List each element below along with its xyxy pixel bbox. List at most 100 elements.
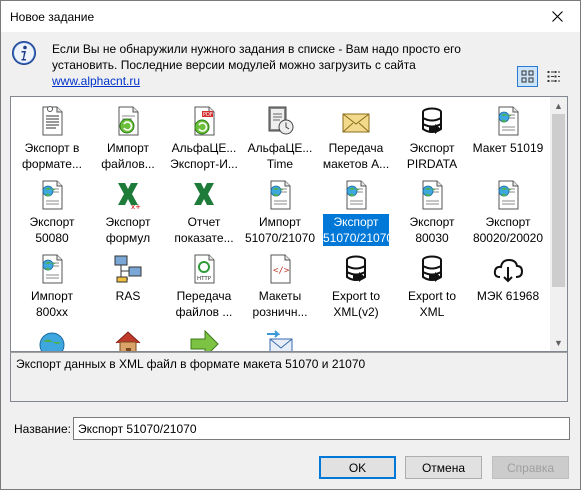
list-view-button[interactable]	[543, 66, 564, 87]
task-item[interactable]	[242, 322, 318, 351]
task-item[interactable]: Импорт 51070/21070	[242, 174, 318, 248]
task-item-label-line2: PIRDATA	[406, 157, 458, 171]
excel-icon	[194, 183, 214, 205]
task-item-label-line1: Экспорт	[409, 215, 455, 229]
task-item[interactable]	[166, 322, 242, 351]
task-item[interactable]: Export to XML(v2)	[318, 248, 394, 322]
document-globe-icon	[498, 180, 519, 210]
green-arrow-icon	[190, 329, 219, 351]
task-item-label-line1: Экспорт	[29, 215, 75, 229]
task-item-label-line1: Импорт	[31, 289, 73, 303]
website-link[interactable]: www.alphacnt.ru	[52, 74, 140, 88]
task-item[interactable]: HTTP Передача файлов ...	[166, 248, 242, 322]
document-recycle-icon	[118, 106, 139, 136]
task-item-label: Export to XML	[395, 288, 469, 320]
task-item-label-line2: 50080	[35, 231, 69, 245]
envelope-arrows-icon	[267, 330, 293, 351]
task-item-label: АльфаЦЕ... Time	[243, 140, 317, 172]
close-button[interactable]	[534, 1, 580, 32]
task-item-label: АльфаЦЕ... Экспорт-И...	[167, 140, 241, 172]
task-item[interactable]: АльфаЦЕ... Time	[242, 100, 318, 174]
task-list[interactable]: ▲ ▼ Экспорт в формате... Импорт файлов... PD…	[10, 96, 568, 352]
task-item-label: Импорт 51070/21070	[243, 214, 317, 246]
task-item-label-line2: формул	[105, 231, 151, 245]
cancel-button[interactable]: Отмена	[405, 456, 482, 479]
http-document-icon: HTTP	[194, 254, 215, 284]
task-item-label-line1: Экспорт	[105, 215, 151, 229]
task-item[interactable]: Импорт 800xx	[14, 248, 90, 322]
globe-arrows-icon	[39, 332, 65, 351]
scroll-down-arrow-icon[interactable]: ▼	[550, 334, 567, 351]
task-item-label: Макет 51019	[471, 140, 545, 156]
task-item-label-line2: 51070/21070	[244, 231, 316, 245]
task-item[interactable]: Отчет показате...	[166, 174, 242, 248]
scroll-up-arrow-icon[interactable]: ▲	[550, 97, 567, 114]
task-item-label: Экспорт в формате...	[15, 140, 89, 172]
task-item-label: Экспорт 80030	[395, 214, 469, 246]
task-item[interactable]: Импорт файлов...	[90, 100, 166, 174]
task-item-label-line1: МЭК 61968	[476, 289, 540, 303]
task-item-label-line1: Экспорт	[409, 141, 455, 155]
excel-export-icon: x+	[118, 183, 141, 211]
task-item-label-line1: Экспорт	[485, 215, 531, 229]
task-item[interactable]: Экспорт 51070/21070	[318, 174, 394, 248]
task-item-label: RAS	[91, 288, 165, 304]
task-item-label-line1: Export to	[331, 289, 381, 303]
code-document-icon: </>	[270, 254, 291, 284]
document-pdf-recycle-icon: PDF	[194, 106, 215, 136]
help-button[interactable]: Справка	[492, 456, 569, 479]
title-bar: Новое задание	[1, 1, 580, 32]
document-globe-icon	[498, 106, 519, 136]
task-item-label: Экспорт PIRDATA	[395, 140, 469, 172]
task-item-label: Экспорт формул	[91, 214, 165, 246]
database-export-icon	[422, 255, 442, 282]
dialog-window: Новое задание Если Вы не обнаружили нужн…	[0, 0, 581, 490]
task-item-label: Экспорт 80020/20020	[471, 214, 545, 246]
task-item[interactable]	[90, 322, 166, 351]
task-item[interactable]: RAS	[90, 248, 166, 322]
vertical-scrollbar[interactable]: ▲ ▼	[550, 97, 567, 351]
document-clock-icon	[268, 106, 294, 135]
task-item-label-line1: АльфаЦЕ...	[247, 141, 313, 155]
task-item-label-line2: формате...	[22, 157, 82, 171]
scroll-thumb[interactable]	[552, 114, 565, 287]
task-item[interactable]: PDF АльфаЦЕ... Экспорт-И...	[166, 100, 242, 174]
task-item-label: Export to XML(v2)	[319, 288, 393, 320]
task-item[interactable]: x+ Экспорт формул	[90, 174, 166, 248]
large-icons-view-icon	[521, 70, 534, 83]
task-item-label-line2: Экспорт-И...	[170, 157, 238, 171]
task-item[interactable]: Макет 51019	[470, 100, 546, 174]
task-item[interactable]	[14, 322, 90, 351]
task-item-label-line1: Передача	[176, 289, 232, 303]
task-item-label-line2: Time	[266, 157, 294, 171]
task-item[interactable]: Экспорт 80020/20020	[470, 174, 546, 248]
envelope-icon	[342, 113, 370, 133]
task-item-label-line1: Экспорт в	[24, 141, 80, 155]
database-export-icon	[422, 107, 442, 134]
task-item-label-line2: XML(v2)	[333, 305, 379, 319]
task-item[interactable]: Экспорт PIRDATA	[394, 100, 470, 174]
name-input[interactable]	[73, 417, 570, 440]
task-item[interactable]: Экспорт 80030	[394, 174, 470, 248]
task-item-label-line2: 80030	[415, 231, 449, 245]
network-computers-icon	[114, 255, 142, 283]
document-globe-icon	[346, 180, 367, 210]
task-item[interactable]: </> Макеты розничн...	[242, 248, 318, 322]
task-item-label-line1: Export to	[407, 289, 457, 303]
task-item-label-line1: Макет 51019	[472, 141, 544, 155]
task-item-label-line2: 51070/21070	[323, 231, 389, 245]
task-item-label-line2: макетов А...	[322, 157, 390, 171]
task-item-label: Экспорт 51070/21070	[323, 214, 389, 246]
info-text-line2: установить. Последние версии модулей мож…	[52, 58, 416, 72]
task-item[interactable]: МЭК 61968	[470, 248, 546, 322]
svg-text:</>: </>	[273, 266, 290, 276]
task-item[interactable]: Экспорт 50080	[14, 174, 90, 248]
ok-button[interactable]: OK	[319, 456, 396, 479]
window-title: Новое задание	[10, 10, 95, 24]
task-item[interactable]: Передача макетов А...	[318, 100, 394, 174]
large-icons-view-button[interactable]	[517, 66, 538, 87]
task-item[interactable]: Export to XML	[394, 248, 470, 322]
task-item-label: МЭК 61968	[471, 288, 545, 304]
task-item[interactable]: Экспорт в формате...	[14, 100, 90, 174]
task-item-label-line1: Экспорт	[333, 215, 379, 229]
